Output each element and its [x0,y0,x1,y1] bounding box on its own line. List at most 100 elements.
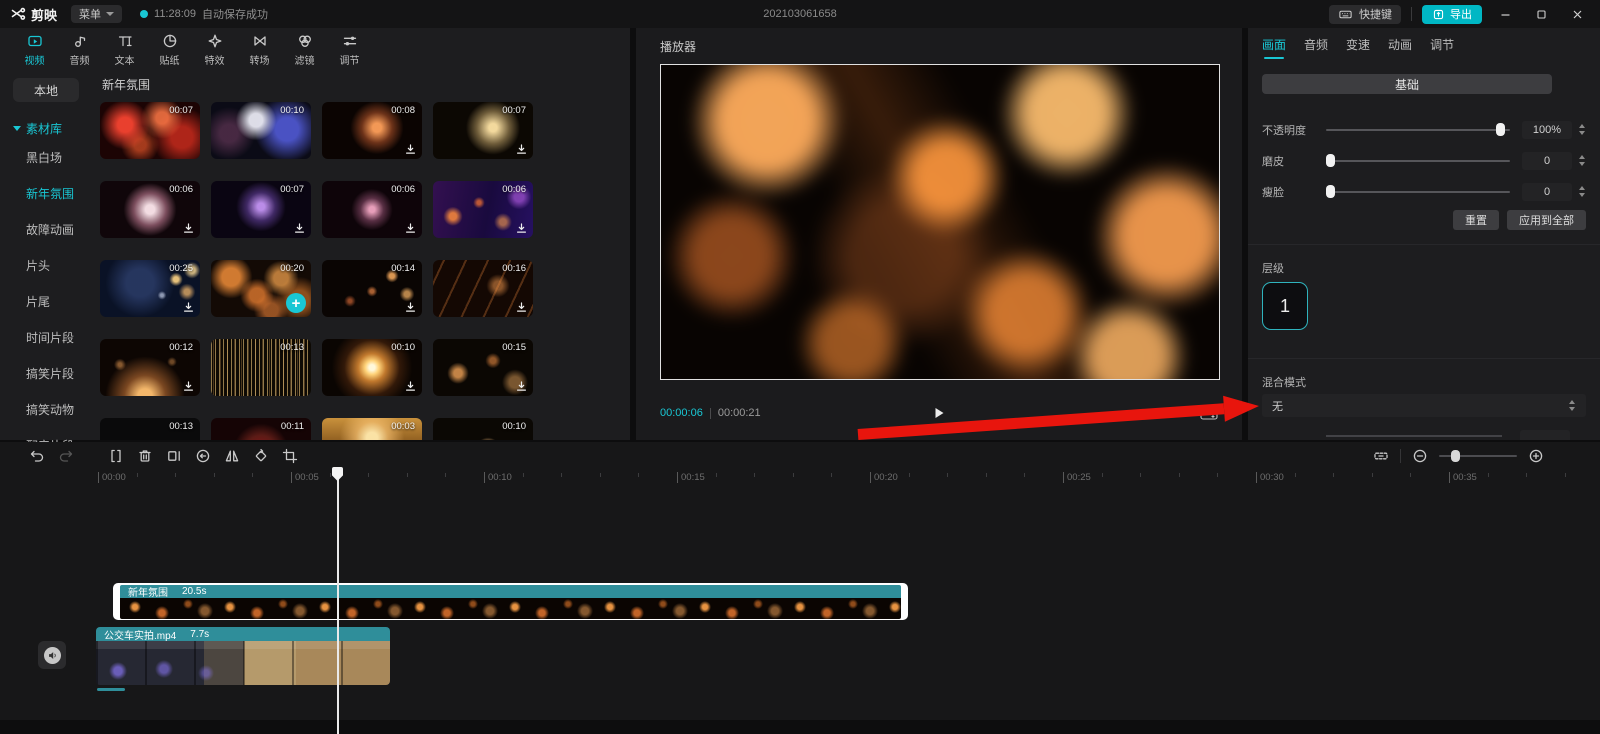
sidebar-item-intro[interactable]: 片头 [0,248,92,284]
slider-track[interactable] [1326,191,1510,193]
media-item[interactable]: 00:13 [100,418,200,440]
snap-icon[interactable] [1372,447,1390,465]
timeline-clip-newyear[interactable]: 新年氛围 20.5s [113,583,908,620]
delete-icon[interactable] [136,447,154,465]
value-stepper-icon[interactable] [1576,155,1588,166]
zoom-in-icon[interactable] [1527,447,1545,465]
media-tab-effects[interactable]: 特效 [192,28,237,70]
minimize-button[interactable] [1492,3,1518,25]
media-item[interactable]: 00:07 [211,181,311,238]
media-tab-sticker[interactable]: 贴纸 [147,28,192,70]
media-item[interactable]: 00:13 [211,339,311,396]
media-item[interactable]: 00:10 [211,102,311,159]
slider-value[interactable]: 0 [1522,152,1572,170]
value-stepper-icon[interactable] [1576,124,1588,135]
select-stepper-icon[interactable] [1566,400,1578,411]
timeline-ruler[interactable]: 00:0000:0500:1000:1500:2000:2500:3000:35 [0,470,1600,486]
download-icon[interactable] [181,221,195,235]
sidebar-item-bw-field[interactable]: 黑白场 [0,140,92,176]
download-icon[interactable] [403,379,417,393]
media-item[interactable]: 00:06 [322,181,422,238]
rotate-icon[interactable] [252,447,270,465]
inspector-tab-变速[interactable]: 变速 [1346,36,1370,59]
shortcut-button[interactable]: 快捷键 [1329,5,1401,24]
slider-value[interactable]: 0 [1522,183,1572,201]
download-icon[interactable] [514,142,528,156]
crop-icon[interactable] [281,447,299,465]
close-button[interactable] [1564,3,1590,25]
mirror-icon[interactable] [223,447,241,465]
media-item[interactable]: 00:07 [100,102,200,159]
slider-knob[interactable] [1326,154,1335,167]
value-stepper-icon[interactable] [1576,186,1588,197]
download-icon[interactable] [403,221,417,235]
ratio-icon[interactable] [1200,407,1218,420]
inspector-tab-动画[interactable]: 动画 [1388,36,1412,59]
maximize-button[interactable] [1528,3,1554,25]
media-tab-filters[interactable]: 滤镜 [282,28,327,70]
media-item[interactable]: 00:14 [322,260,422,317]
media-item[interactable]: 00:11 [211,418,311,440]
redo-icon[interactable] [57,447,75,465]
download-icon[interactable] [403,300,417,314]
sidebar-item-outro[interactable]: 片尾 [0,284,92,320]
inspector-tab-调节[interactable]: 调节 [1430,36,1454,59]
timeline-clip-bus[interactable]: 公交车实拍.mp4 7.7s [96,627,390,685]
slider-knob[interactable] [1326,185,1335,198]
zoom-out-icon[interactable] [1411,447,1429,465]
download-icon[interactable] [181,300,195,314]
download-icon[interactable] [514,300,528,314]
timeline-zoom-slider[interactable] [1439,455,1517,457]
track-mute-button[interactable] [38,641,66,669]
download-icon[interactable] [514,379,528,393]
media-item[interactable]: 00:10 [322,339,422,396]
media-tab-transitions[interactable]: 转场 [237,28,282,70]
media-item[interactable]: 00:12 [100,339,200,396]
download-icon[interactable] [514,221,528,235]
play-button[interactable] [932,406,946,420]
media-tab-audio[interactable]: 音频 [57,28,102,70]
slider-track[interactable] [1326,160,1510,162]
media-item[interactable]: 00:20+ [211,260,311,317]
media-item[interactable]: 00:10 [433,418,533,440]
layer-option-1[interactable]: 1 [1262,282,1308,330]
media-item[interactable]: 00:08 [322,102,422,159]
media-tab-video[interactable]: 视频 [12,28,57,70]
sidebar-item-funny-clips[interactable]: 搞笑片段 [0,356,92,392]
slider-value[interactable]: 100% [1522,121,1572,139]
slider-knob[interactable] [1496,123,1505,136]
download-icon[interactable] [292,221,306,235]
media-item[interactable]: 00:25 [100,260,200,317]
sidebar-item-funny-animals[interactable]: 搞笑动物 [0,392,92,428]
media-item[interactable]: 00:16 [433,260,533,317]
sidebar-item-local[interactable]: 本地 [13,78,79,102]
zoom-slider-knob[interactable] [1451,450,1460,462]
video-preview[interactable] [660,64,1220,380]
undo-icon[interactable] [28,447,46,465]
sidebar-item-glitch[interactable]: 故障动画 [0,212,92,248]
apply-all-button[interactable]: 应用到全部 [1507,210,1586,230]
export-button[interactable]: 导出 [1422,5,1482,24]
sidebar-item-library[interactable]: 素材库 [0,116,92,140]
media-item[interactable]: 00:15 [433,339,533,396]
menu-button[interactable]: 菜单 [71,5,122,23]
media-tab-adjust[interactable]: 调节 [327,28,372,70]
slider-track[interactable] [1326,129,1510,131]
sidebar-item-new-year[interactable]: 新年氛围 [0,176,92,212]
media-item[interactable]: 00:03 [322,418,422,440]
media-item[interactable]: 00:06 [100,181,200,238]
sidebar-item-time-clips[interactable]: 时间片段 [0,320,92,356]
download-icon[interactable] [181,379,195,393]
reset-button[interactable]: 重置 [1453,210,1499,230]
inspector-tab-画面[interactable]: 画面 [1262,36,1286,59]
media-item[interactable]: 00:06 [433,181,533,238]
media-item[interactable]: 00:07 [433,102,533,159]
reverse-icon[interactable] [194,447,212,465]
media-tab-text[interactable]: 文本 [102,28,147,70]
download-icon[interactable] [403,142,417,156]
basic-section-button[interactable]: 基础 [1262,74,1552,94]
split-icon[interactable] [107,447,125,465]
blend-mode-select[interactable]: 无 [1262,394,1586,417]
freeze-icon[interactable] [165,447,183,465]
add-to-timeline-button[interactable]: + [286,293,306,313]
